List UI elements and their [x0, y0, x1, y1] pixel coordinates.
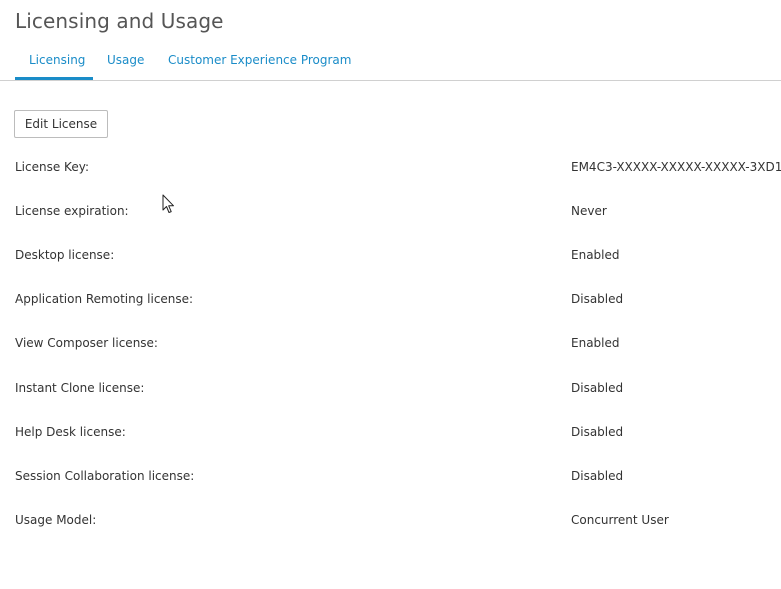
- license-expiration-label: License expiration:: [15, 204, 129, 218]
- instant-clone-license-label: Instant Clone license:: [15, 381, 145, 395]
- desktop-license-label: Desktop license:: [15, 248, 115, 262]
- usage-model-label: Usage Model:: [15, 513, 97, 527]
- help-desk-license-value: Disabled: [571, 425, 624, 439]
- session-collaboration-license-value: Disabled: [571, 469, 624, 483]
- session-collaboration-license-label: Session Collaboration license:: [15, 469, 195, 483]
- instant-clone-license-value: Disabled: [571, 381, 624, 395]
- page-title: Licensing and Usage: [15, 9, 224, 33]
- tab-bar: Licensing Usage Customer Experience Prog…: [0, 45, 781, 81]
- tab-licensing[interactable]: Licensing: [15, 53, 93, 80]
- help-desk-license-label: Help Desk license:: [15, 425, 126, 439]
- licensing-and-usage-page: Licensing and Usage Licensing Usage Cust…: [0, 0, 781, 589]
- view-composer-license-value: Enabled: [571, 336, 620, 350]
- tab-usage[interactable]: Usage: [107, 53, 144, 80]
- application-remoting-license-value: Disabled: [571, 292, 624, 306]
- usage-model-value: Concurrent User: [571, 513, 669, 527]
- license-key-value: EM4C3-XXXXX-XXXXX-XXXXX-3XD1J: [571, 160, 781, 174]
- license-key-label: License Key:: [15, 160, 89, 174]
- mouse-pointer-icon: [162, 194, 174, 213]
- edit-license-button[interactable]: Edit License: [14, 110, 108, 138]
- license-expiration-value: Never: [571, 204, 607, 218]
- desktop-license-value: Enabled: [571, 248, 620, 262]
- tab-customer-experience-program[interactable]: Customer Experience Program: [168, 53, 351, 80]
- view-composer-license-label: View Composer license:: [15, 336, 158, 350]
- application-remoting-license-label: Application Remoting license:: [15, 292, 194, 306]
